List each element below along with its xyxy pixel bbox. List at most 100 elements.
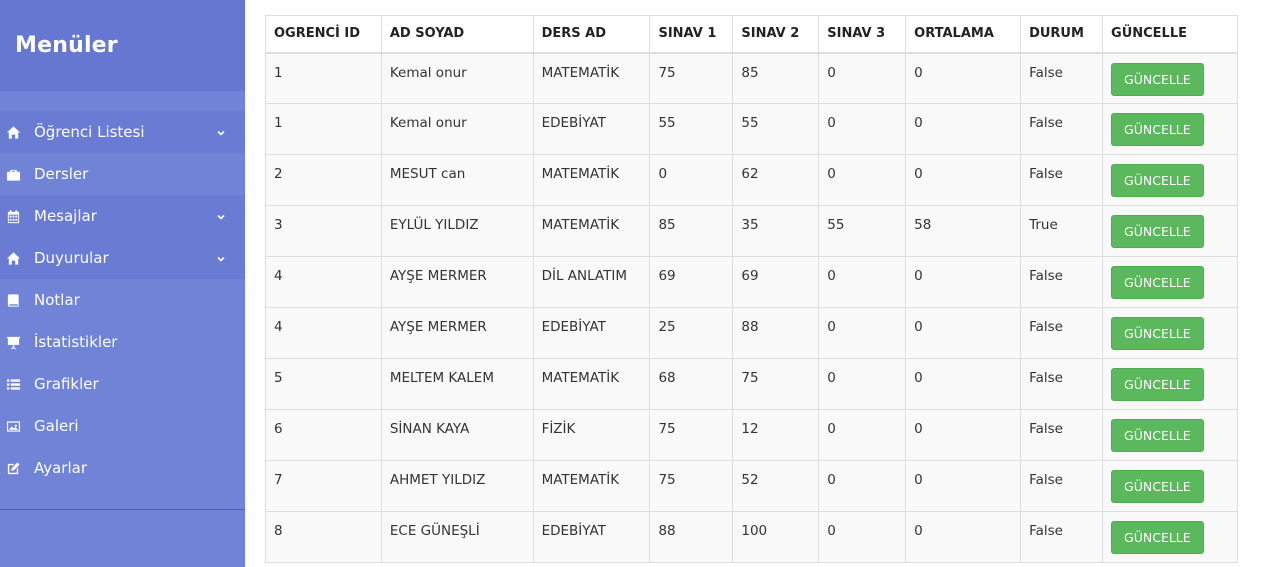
update-button[interactable]: GÜNCELLE: [1111, 470, 1204, 503]
chevron-down-icon[interactable]: [216, 250, 226, 262]
cell-update: GÜNCELLE: [1102, 103, 1238, 155]
cell-update: GÜNCELLE: [1102, 307, 1238, 359]
home-icon: [5, 250, 21, 266]
cell-student-id: 4: [265, 307, 382, 359]
calendar-icon: [5, 208, 21, 224]
update-button[interactable]: GÜNCELLE: [1111, 113, 1204, 146]
column-header-ad-soyad: AD SOYAD: [380, 15, 534, 54]
update-button[interactable]: GÜNCELLE: [1111, 368, 1204, 401]
cell-average: 0: [905, 358, 1022, 410]
table-row: 4 AYŞE MERMER EDEBİYAT 25 88 0 0 False GÜNCELLE: [265, 307, 1238, 359]
cell-update: GÜNCELLE: [1102, 511, 1238, 563]
cell-full-name: MELTEM KALEM: [380, 358, 534, 410]
cell-status: False: [1020, 154, 1104, 206]
cell-student-id: 8: [265, 511, 382, 563]
cell-exam-1: 68: [649, 358, 734, 410]
sidebar-item-label: Grafikler: [34, 375, 99, 393]
cell-status: False: [1020, 460, 1104, 512]
cell-course-name: MATEMATİK: [532, 52, 651, 104]
update-button[interactable]: GÜNCELLE: [1111, 215, 1204, 248]
chevron-down-icon[interactable]: [216, 124, 226, 136]
cell-status: True: [1020, 205, 1104, 257]
cell-exam-2: 100: [732, 511, 820, 563]
cell-average: 58: [905, 205, 1022, 257]
cell-exam-1: 85: [649, 205, 734, 257]
cell-full-name: AYŞE MERMER: [380, 307, 534, 359]
cell-course-name: FİZİK: [532, 409, 651, 461]
table-row: 5 MELTEM KALEM MATEMATİK 68 75 0 0 False GÜNCELL…: [265, 358, 1238, 410]
cell-status: False: [1020, 52, 1104, 104]
main-content: OGRENCİ ID AD SOYAD DERS AD SINAV 1 SINAV 2S…: [245, 0, 1266, 567]
cell-exam-3: 55: [818, 205, 907, 257]
sidebar-item-dersler[interactable]: Dersler: [0, 153, 245, 195]
cell-exam-3: 0: [818, 409, 907, 461]
cell-exam-3: 0: [818, 358, 907, 410]
cell-full-name: AHMET YILDIZ: [380, 460, 534, 512]
sidebar-header: Menüler: [0, 0, 245, 91]
update-button[interactable]: GÜNCELLE: [1111, 419, 1204, 452]
chevron-down-icon[interactable]: [216, 208, 226, 220]
cell-update: GÜNCELLE: [1102, 358, 1238, 410]
update-button[interactable]: GÜNCELLE: [1111, 164, 1204, 197]
cell-student-id: 5: [265, 358, 382, 410]
cell-exam-2: 62: [732, 154, 820, 206]
sidebar-item-label: Ayarlar: [34, 459, 88, 477]
cell-average: 0: [905, 307, 1022, 359]
cell-average: 0: [905, 409, 1022, 461]
update-button[interactable]: GÜNCELLE: [1111, 62, 1204, 96]
briefcase-icon: [5, 166, 21, 182]
cell-course-name: MATEMATİK: [532, 460, 651, 512]
cell-exam-3: 0: [818, 307, 907, 359]
sidebar-item-ayarlar[interactable]: Ayarlar: [0, 447, 245, 489]
column-header-ogrenci-id: OGRENCİ ID: [265, 15, 382, 54]
table-row: 2 MESUT can MATEMATİK 0 62 0 0 False GÜNCELLE: [265, 154, 1238, 206]
sidebar-item-label: Notlar: [34, 291, 80, 309]
cell-exam-2: 35: [732, 205, 820, 257]
sidebar-item-ogrenci-listesi[interactable]: Öğrenci Listesi: [0, 111, 245, 153]
table-row: 3 EYLÜL YILDIZ MATEMATİK 85 35 55 58 True GÜNCEL…: [265, 205, 1238, 257]
cell-exam-1: 75: [649, 460, 734, 512]
sidebar-item-istatistikler[interactable]: İstatistikler: [0, 321, 245, 363]
cell-status: False: [1020, 307, 1104, 359]
cell-status: False: [1020, 511, 1104, 563]
sidebar-item-mesajlar[interactable]: Mesajlar: [0, 195, 245, 237]
table-row: 7 AHMET YILDIZ MATEMATİK 75 52 0 0 False GÜNCELL…: [265, 460, 1238, 512]
image-icon: [5, 418, 21, 434]
table-body: 1 Kemal onur MATEMATİK 75 85 0 0 False GÜNCELLE 1…: [265, 52, 1238, 563]
cell-status: False: [1020, 103, 1104, 155]
table-row: 4 AYŞE MERMER DİL ANLATIM 69 69 0 0 False GÜNCEL…: [265, 256, 1238, 308]
table-row: 1 Kemal onur MATEMATİK 75 85 0 0 False GÜNCELLE: [265, 52, 1238, 104]
cell-average: 0: [905, 103, 1022, 155]
cell-student-id: 1: [265, 52, 382, 104]
cell-exam-1: 69: [649, 256, 734, 308]
sidebar-item-label: Öğrenci Listesi: [34, 123, 145, 141]
cell-status: False: [1020, 409, 1104, 461]
cell-exam-2: 12: [732, 409, 820, 461]
column-header-guncelle: GÜNCELLE: [1102, 15, 1238, 54]
sidebar: Menüler Öğrenci Listesi Dersler Mesajlar Du…: [0, 0, 245, 567]
cell-exam-2: 85: [732, 52, 820, 104]
sidebar-item-label: Duyurular: [34, 249, 109, 267]
cell-exam-3: 0: [818, 511, 907, 563]
sidebar-item-grafikler[interactable]: Grafikler: [0, 363, 245, 405]
cell-course-name: EDEBİYAT: [532, 103, 651, 155]
cell-student-id: 1: [265, 103, 382, 155]
column-header-sinav-1: SINAV 1: [649, 15, 734, 54]
cell-exam-1: 55: [649, 103, 734, 155]
cell-exam-2: 88: [732, 307, 820, 359]
sidebar-item-galeri[interactable]: Galeri: [0, 405, 245, 447]
sidebar-item-label: Mesajlar: [34, 207, 97, 225]
cell-update: GÜNCELLE: [1102, 154, 1238, 206]
cell-course-name: EDEBİYAT: [532, 511, 651, 563]
update-button[interactable]: GÜNCELLE: [1111, 317, 1204, 350]
sidebar-item-notlar[interactable]: Notlar: [0, 279, 245, 321]
sidebar-menu: Öğrenci Listesi Dersler Mesajlar Duyurular N…: [0, 111, 245, 489]
cell-update: GÜNCELLE: [1102, 460, 1238, 512]
update-button[interactable]: GÜNCELLE: [1111, 266, 1204, 299]
cell-exam-3: 0: [818, 52, 907, 104]
sidebar-item-duyurular[interactable]: Duyurular: [0, 237, 245, 279]
cell-student-id: 4: [265, 256, 382, 308]
cell-course-name: DİL ANLATIM: [532, 256, 651, 308]
cell-course-name: MATEMATİK: [532, 205, 651, 257]
update-button[interactable]: GÜNCELLE: [1111, 521, 1204, 554]
